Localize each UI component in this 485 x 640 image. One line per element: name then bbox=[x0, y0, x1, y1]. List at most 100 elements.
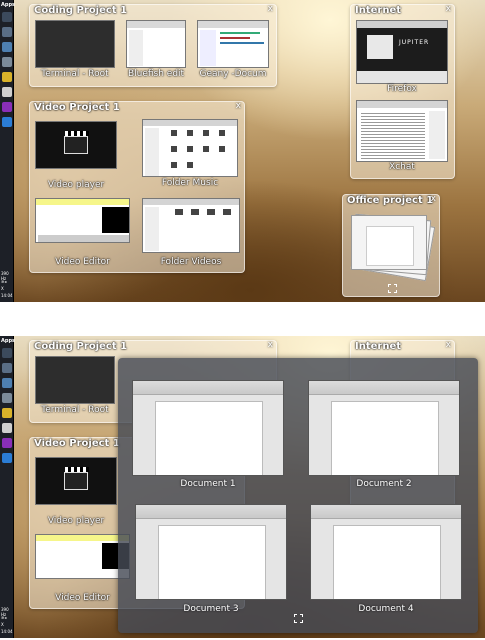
close-icon[interactable]: x bbox=[268, 340, 273, 350]
window-thumb-document-1[interactable] bbox=[132, 380, 284, 476]
document-page bbox=[331, 401, 439, 475]
workspace-internet[interactable]: Internet x JUPITER Firefox Xchat bbox=[350, 4, 455, 179]
office-toolbar bbox=[136, 505, 286, 519]
places-pane bbox=[145, 207, 159, 251]
window-thumb-video-editor[interactable] bbox=[35, 198, 130, 243]
window-thumb-terminal[interactable] bbox=[35, 20, 115, 68]
toolbar bbox=[357, 101, 447, 108]
file-icon bbox=[207, 209, 215, 215]
file-icon bbox=[187, 146, 193, 152]
window-thumb-folder-videos[interactable] bbox=[142, 198, 240, 253]
window-thumb-video-player[interactable] bbox=[35, 457, 117, 505]
dock-icon-workspace[interactable] bbox=[2, 453, 12, 463]
panel-title: Internet bbox=[355, 341, 402, 352]
panel-title: Internet bbox=[355, 5, 402, 16]
file-icon bbox=[171, 162, 177, 168]
clock: 14:04 bbox=[1, 293, 13, 298]
close-icon[interactable]: x bbox=[431, 194, 436, 204]
clapper-stripes bbox=[65, 131, 89, 136]
browser-toolbar bbox=[357, 21, 447, 28]
document-page bbox=[158, 525, 266, 599]
toolbar bbox=[127, 21, 185, 28]
document-label: Document 4 bbox=[358, 604, 414, 614]
file-icon bbox=[171, 146, 177, 152]
window-thumb-terminal[interactable] bbox=[35, 356, 115, 404]
thumb-label: Folder Videos bbox=[160, 257, 222, 267]
thumb-label: Video player bbox=[47, 516, 105, 526]
workspace-office-project[interactable]: Office project 1 x bbox=[342, 194, 440, 297]
desktop-screenshot-overview: Apps 390 Hz ≋◂ X 14:04 Coding Project 1 … bbox=[0, 0, 485, 302]
window-thumb-document-2[interactable] bbox=[308, 380, 460, 476]
document-label: Document 3 bbox=[183, 604, 239, 614]
thumb-label: Terminal - Root bbox=[41, 405, 109, 415]
dock-icon-editor[interactable] bbox=[2, 393, 12, 403]
file-icon bbox=[203, 146, 209, 152]
collapse-icon[interactable] bbox=[294, 614, 303, 623]
thumb-label: Xchat bbox=[389, 162, 415, 172]
dock-icon-terminal[interactable] bbox=[2, 12, 12, 22]
apps-button[interactable]: Apps bbox=[1, 338, 15, 344]
wifi-icon[interactable]: ≋◂ bbox=[1, 615, 6, 620]
dock-icon-browser[interactable] bbox=[2, 42, 12, 52]
window-thumb-xchat[interactable] bbox=[356, 100, 448, 162]
toolbar bbox=[143, 199, 239, 205]
window-thumb-bluefish[interactable] bbox=[126, 20, 186, 68]
dock-icon-workspace[interactable] bbox=[2, 117, 12, 127]
window-stack-front[interactable] bbox=[351, 215, 427, 270]
wifi-icon[interactable]: ≋◂ bbox=[1, 279, 6, 284]
close-icon[interactable]: x bbox=[446, 4, 451, 14]
window-thumb-document-4[interactable] bbox=[310, 504, 462, 600]
dock-icon-editor[interactable] bbox=[2, 57, 12, 67]
panel-title: Video Project 1 bbox=[34, 102, 120, 113]
dock-icon-browser[interactable] bbox=[2, 378, 12, 388]
tracks bbox=[38, 235, 129, 242]
panel-title: Coding Project 1 bbox=[34, 341, 128, 352]
panel-title: Coding Project 1 bbox=[34, 5, 128, 16]
file-icon bbox=[223, 209, 231, 215]
dock-icon-media[interactable] bbox=[2, 102, 12, 112]
chat-log bbox=[361, 111, 425, 159]
thumb-label: Video player bbox=[47, 180, 105, 190]
workspace-coding-project[interactable]: Coding Project 1 x Terminal - Root Bluef… bbox=[29, 4, 277, 87]
dock-icon-terminal[interactable] bbox=[2, 348, 12, 358]
window-thumb-folder-music[interactable] bbox=[142, 119, 238, 177]
clapperboard-icon bbox=[64, 131, 89, 154]
expand-icon[interactable] bbox=[388, 284, 397, 293]
dock-icon-mail[interactable] bbox=[2, 87, 12, 97]
window-thumb-document-3[interactable] bbox=[135, 504, 287, 600]
window-thumb-firefox[interactable]: JUPITER bbox=[356, 20, 448, 84]
dock-icon-star[interactable] bbox=[2, 408, 12, 418]
document-page bbox=[155, 401, 263, 475]
close-icon[interactable]: x bbox=[236, 101, 241, 111]
apps-button[interactable]: Apps bbox=[1, 2, 15, 8]
window-thumb-video-editor[interactable] bbox=[35, 534, 130, 579]
thumb-label: Video Editor bbox=[55, 593, 110, 603]
file-icon bbox=[203, 130, 209, 136]
places-pane bbox=[145, 128, 159, 176]
document-label: Document 1 bbox=[180, 479, 236, 489]
panel-title: Video Project 1 bbox=[34, 438, 120, 449]
dock-icon-files[interactable] bbox=[2, 27, 12, 37]
sidebar-dock: Apps 390 Hz ≋◂ X 14:04 bbox=[0, 0, 15, 302]
toolbar bbox=[198, 21, 268, 28]
window-thumb-video-player[interactable] bbox=[35, 121, 117, 169]
clapper-stripes bbox=[65, 467, 89, 472]
page-footer bbox=[357, 71, 447, 83]
workspace-video-project[interactable]: Video Project 1 x Video player Folder Mu… bbox=[29, 101, 245, 273]
dock-icon-star[interactable] bbox=[2, 72, 12, 82]
document-page bbox=[333, 525, 441, 599]
thumb-label: Folder Music bbox=[161, 178, 219, 188]
x-indicator: X bbox=[1, 286, 4, 291]
close-icon[interactable]: x bbox=[446, 340, 451, 350]
user-list bbox=[429, 111, 445, 159]
dock-icon-files[interactable] bbox=[2, 363, 12, 373]
thumb-label: Bluefish edit bbox=[127, 69, 185, 79]
clock: 14:04 bbox=[1, 629, 13, 634]
dock-icon-mail[interactable] bbox=[2, 423, 12, 433]
dock-icon-media[interactable] bbox=[2, 438, 12, 448]
document-page bbox=[366, 226, 414, 266]
close-icon[interactable]: x bbox=[268, 4, 273, 14]
x-indicator: X bbox=[1, 622, 4, 627]
window-thumb-geany[interactable] bbox=[197, 20, 269, 68]
file-icon bbox=[191, 209, 199, 215]
